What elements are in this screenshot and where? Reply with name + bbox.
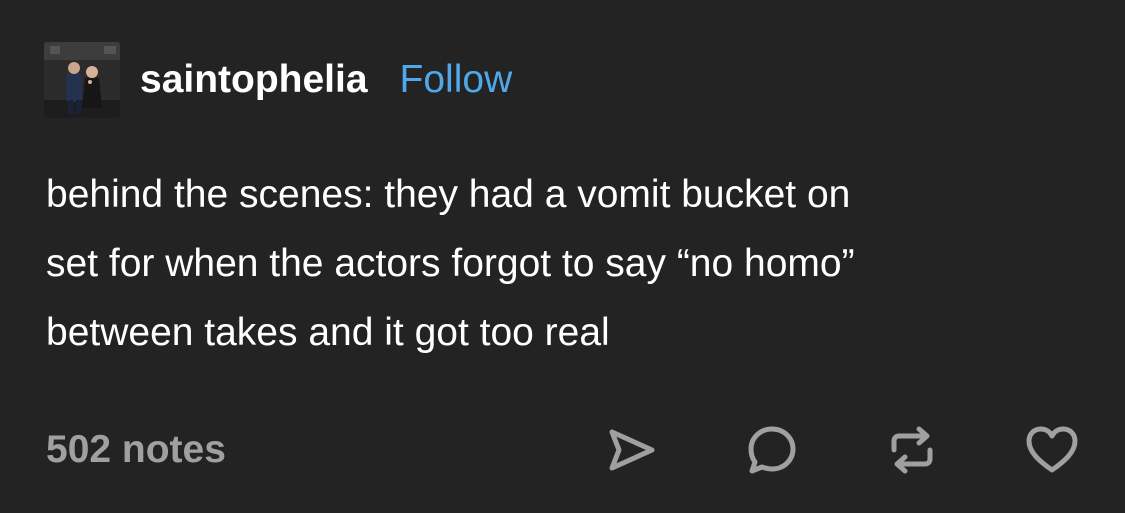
post-body-line: between takes and it got too real bbox=[46, 311, 610, 354]
post-body: behind the scenes: they had a vomit buck… bbox=[46, 160, 1086, 367]
avatar[interactable] bbox=[44, 42, 120, 118]
username[interactable]: saintophelia bbox=[140, 58, 368, 102]
tumblr-post: saintophelia Follow behind the scenes: t… bbox=[0, 0, 1125, 513]
notes-count[interactable]: 502 notes bbox=[46, 428, 226, 472]
heart-icon bbox=[1026, 426, 1078, 473]
post-footer: 502 notes bbox=[46, 418, 1081, 482]
reply-icon bbox=[748, 426, 796, 474]
follow-button[interactable]: Follow bbox=[400, 58, 513, 102]
share-button[interactable] bbox=[603, 421, 661, 479]
reblog-button[interactable] bbox=[883, 421, 941, 479]
post-body-line: set for when the actors forgot to say “n… bbox=[46, 242, 855, 285]
like-button[interactable] bbox=[1023, 421, 1081, 479]
post-actions bbox=[603, 421, 1081, 479]
reblog-icon bbox=[891, 426, 933, 474]
share-icon bbox=[609, 429, 655, 471]
post-body-line: behind the scenes: they had a vomit buck… bbox=[46, 173, 851, 216]
post-header: saintophelia Follow bbox=[44, 42, 512, 118]
avatar-image bbox=[44, 42, 120, 118]
reply-button[interactable] bbox=[743, 421, 801, 479]
